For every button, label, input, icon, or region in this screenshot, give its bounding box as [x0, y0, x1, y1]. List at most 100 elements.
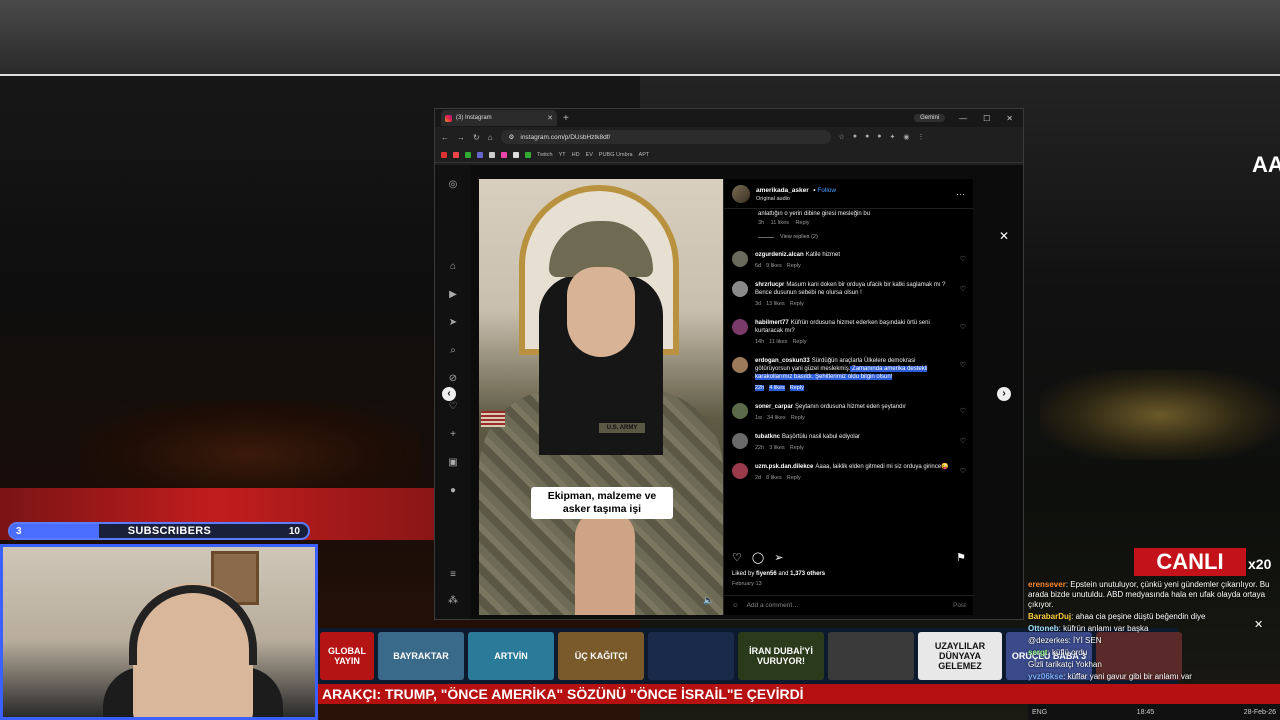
bookmark-favicon-icon[interactable] — [513, 151, 519, 158]
comment-reply-button[interactable]: Reply — [787, 263, 801, 269]
comment-likes[interactable]: 9 likes — [766, 263, 782, 269]
search-nav-icon[interactable]: ⌕ — [447, 345, 459, 357]
bookmark-item[interactable]: YT — [559, 152, 566, 158]
reel-video[interactable]: U.S. ARMY Ekipman, malzeme ve asker taşı… — [479, 179, 723, 615]
share-icon[interactable]: ➢ — [774, 551, 783, 565]
comment-like-icon[interactable]: ♡ — [960, 407, 966, 415]
back-icon[interactable]: ← — [441, 133, 449, 142]
chat-username[interactable]: erensever — [1028, 580, 1066, 589]
avatar[interactable] — [732, 357, 748, 373]
minimize-icon[interactable]: — — [959, 114, 967, 123]
comment-reply-button[interactable]: Reply — [790, 445, 804, 451]
profile-icon[interactable]: ◉ — [903, 133, 909, 141]
comment-like-icon[interactable]: ♡ — [960, 285, 966, 293]
liked-by-others[interactable]: 1,373 others — [790, 571, 825, 577]
mute-icon[interactable]: 🔈 — [703, 595, 714, 606]
profile-nav-icon[interactable]: ● — [447, 485, 459, 497]
comment-username[interactable]: shrzrlucpr — [755, 282, 784, 288]
reels-nav-icon[interactable]: ▶ — [447, 289, 459, 301]
comment-likes[interactable]: 4 likes — [769, 385, 785, 391]
comment-username[interactable]: habilmert77 — [755, 320, 789, 326]
gemini-button[interactable]: Gemini — [914, 114, 946, 122]
create-nav-icon[interactable]: + — [447, 429, 459, 441]
extension-icon[interactable]: ● — [877, 133, 881, 141]
add-comment-input[interactable]: Add a comment… — [747, 602, 945, 609]
comment-username[interactable]: tubatknc — [755, 434, 780, 440]
messages-nav-icon[interactable]: ➤ — [447, 317, 459, 329]
view-replies-button[interactable]: View replies (2) — [732, 234, 966, 240]
explore-nav-icon[interactable]: ⊘ — [447, 373, 459, 385]
comment-likes[interactable]: 8 likes — [766, 475, 782, 481]
avatar[interactable] — [732, 184, 750, 203]
forward-icon[interactable]: → — [457, 133, 465, 142]
comment-likes[interactable]: 11 likes — [769, 339, 787, 345]
save-icon[interactable]: ⚑ — [956, 551, 966, 565]
chat-close-icon[interactable]: ✕ — [1254, 618, 1263, 631]
bookmark-favicon-icon[interactable] — [489, 151, 495, 158]
bookmark-favicon-icon[interactable] — [441, 151, 447, 158]
comment-username[interactable]: uzm.psk.dan.dilekce — [755, 464, 813, 470]
bookmark-favicon-icon[interactable] — [453, 151, 459, 158]
bookmark-item[interactable]: APT — [639, 152, 650, 158]
comment-like-icon[interactable]: ♡ — [960, 255, 966, 263]
comment-reply-button[interactable]: Reply — [787, 475, 801, 481]
comment-reply-button[interactable]: Reply — [790, 301, 804, 307]
home-icon[interactable]: ⌂ — [488, 133, 493, 142]
comment-like-icon[interactable]: ♡ — [960, 467, 966, 475]
avatar[interactable] — [732, 251, 748, 267]
comment-username[interactable]: soner_carpar — [755, 404, 793, 410]
bookmark-item[interactable]: HD — [572, 152, 580, 158]
dashboard-nav-icon[interactable]: ▣ — [447, 457, 459, 469]
star-icon[interactable]: ☆ — [839, 133, 845, 141]
chat-username[interactable]: Ottoneb — [1028, 624, 1059, 633]
maximize-icon[interactable]: ☐ — [983, 114, 990, 123]
more-nav-icon[interactable]: ≡ — [447, 569, 459, 581]
liked-by-user[interactable]: fiyen56 — [756, 571, 777, 577]
tab-close-icon[interactable]: ✕ — [547, 114, 553, 122]
notifications-nav-icon[interactable]: ♡ — [447, 401, 459, 413]
avatar[interactable] — [732, 433, 748, 449]
previous-post-icon[interactable]: ‹ — [442, 387, 456, 401]
address-bar[interactable]: ⚙ instagram.com/p/DUsbHztk8df/ — [500, 130, 831, 144]
bookmark-favicon-icon[interactable] — [501, 151, 507, 158]
comment-likes[interactable]: 34 likes — [767, 415, 786, 421]
bookmark-item[interactable]: PUBG Umbra — [599, 152, 633, 158]
reply-button[interactable]: Reply — [795, 220, 809, 226]
comment-like-icon[interactable]: ♡ — [960, 437, 966, 445]
original-audio[interactable]: Original audio — [756, 195, 950, 203]
chat-username[interactable]: BarabarDuj — [1028, 612, 1071, 621]
next-post-icon[interactable]: › — [997, 387, 1011, 401]
comment-reply-button[interactable]: Reply — [789, 385, 804, 391]
bookmark-item[interactable]: EV — [586, 152, 593, 158]
comment-username[interactable]: ozgurdeniz.alcan — [755, 252, 804, 258]
site-info-icon[interactable]: ⚙ — [509, 133, 515, 141]
avatar[interactable] — [732, 463, 748, 479]
comment-reply-button[interactable]: Reply — [792, 339, 806, 345]
more-options-icon[interactable]: ··· — [956, 189, 965, 199]
liked-by[interactable]: Liked by fiyen56 and 1,373 others — [732, 571, 825, 577]
menu-icon[interactable]: ⋮ — [918, 133, 925, 141]
follow-button[interactable]: Follow — [817, 187, 836, 194]
bookmark-favicon-icon[interactable] — [525, 151, 531, 158]
post-comment-button[interactable]: Post — [953, 602, 966, 609]
chat-username[interactable]: yvz06kse — [1028, 672, 1063, 681]
bookmark-favicon-icon[interactable] — [477, 151, 483, 158]
window-close-icon[interactable]: ✕ — [1006, 114, 1013, 123]
like-icon[interactable]: ♡ — [732, 551, 742, 565]
chat-username[interactable]: sergt — [1028, 648, 1048, 657]
comment-likes[interactable]: 13 likes — [766, 301, 785, 307]
home-nav-icon[interactable]: ⌂ — [447, 261, 459, 273]
comment-like-icon[interactable]: ♡ — [960, 361, 966, 369]
avatar[interactable] — [732, 319, 748, 335]
avatar[interactable] — [732, 281, 748, 297]
comment-like-icon[interactable]: ♡ — [960, 323, 966, 331]
reload-icon[interactable]: ↻ — [473, 133, 480, 142]
instagram-logo-icon[interactable]: ◎ — [447, 179, 459, 191]
avatar[interactable] — [732, 403, 748, 419]
close-post-icon[interactable]: ✕ — [999, 229, 1009, 243]
comment-icon[interactable]: ◯ — [752, 551, 764, 565]
puzzle-icon[interactable]: ✦ — [890, 133, 896, 141]
emoji-icon[interactable]: ☺ — [732, 602, 739, 609]
tab-instagram[interactable]: (3) Instagram ✕ — [441, 110, 557, 126]
extension-icon[interactable]: ● — [865, 133, 869, 141]
